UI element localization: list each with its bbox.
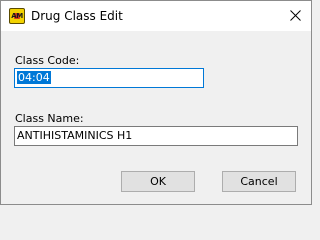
window-title: Drug Class Edit [31, 9, 123, 23]
close-button[interactable] [281, 1, 311, 31]
class-name-value: ANTIHISTAMINICS H1 [17, 129, 133, 142]
app-logo-text: AM [11, 12, 23, 20]
class-code-label: Class Code: [15, 54, 80, 67]
ok-button[interactable]: OK [121, 171, 195, 192]
class-name-label: Class Name: [15, 112, 84, 125]
close-icon [290, 10, 301, 21]
dialog-window: AM Drug Class Edit Class Code: 04:04 Cla… [0, 0, 312, 205]
app-logo-icon: AM [9, 8, 25, 24]
class-name-input[interactable]: ANTIHISTAMINICS H1 [14, 126, 298, 146]
cancel-button[interactable]: Cancel [222, 171, 296, 192]
class-code-value: 04:04 [17, 71, 51, 84]
class-code-input[interactable]: 04:04 [14, 68, 204, 88]
title-bar[interactable]: AM Drug Class Edit [1, 1, 311, 31]
